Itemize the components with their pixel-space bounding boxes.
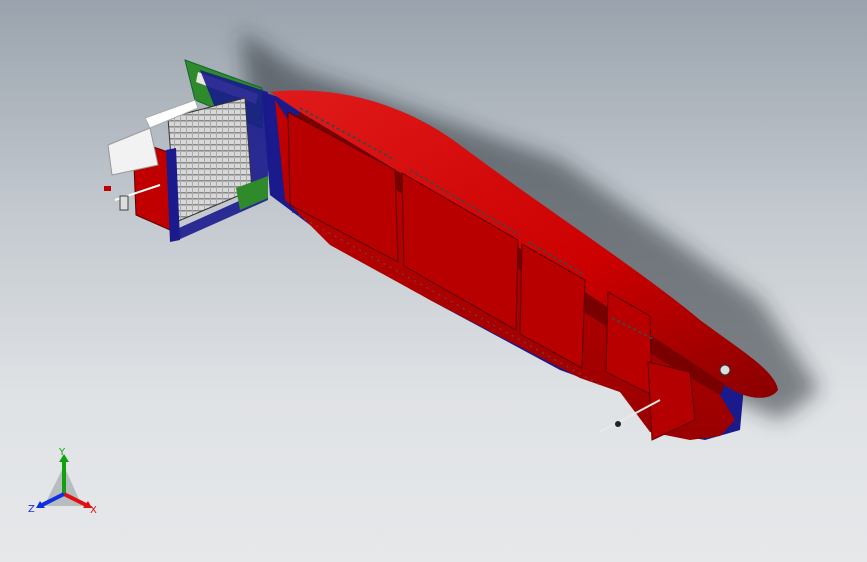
triad-y-label: Y (59, 447, 66, 458)
orientation-triad: Y X Z (26, 448, 106, 524)
stern-fitting (719, 364, 731, 376)
propeller-hub (615, 421, 621, 427)
triad-x-label: X (90, 505, 97, 516)
bow-marker (104, 186, 111, 191)
cad-viewport[interactable] (0, 0, 867, 562)
triad-z-label: Z (28, 504, 35, 515)
bow-fitting (119, 195, 129, 211)
